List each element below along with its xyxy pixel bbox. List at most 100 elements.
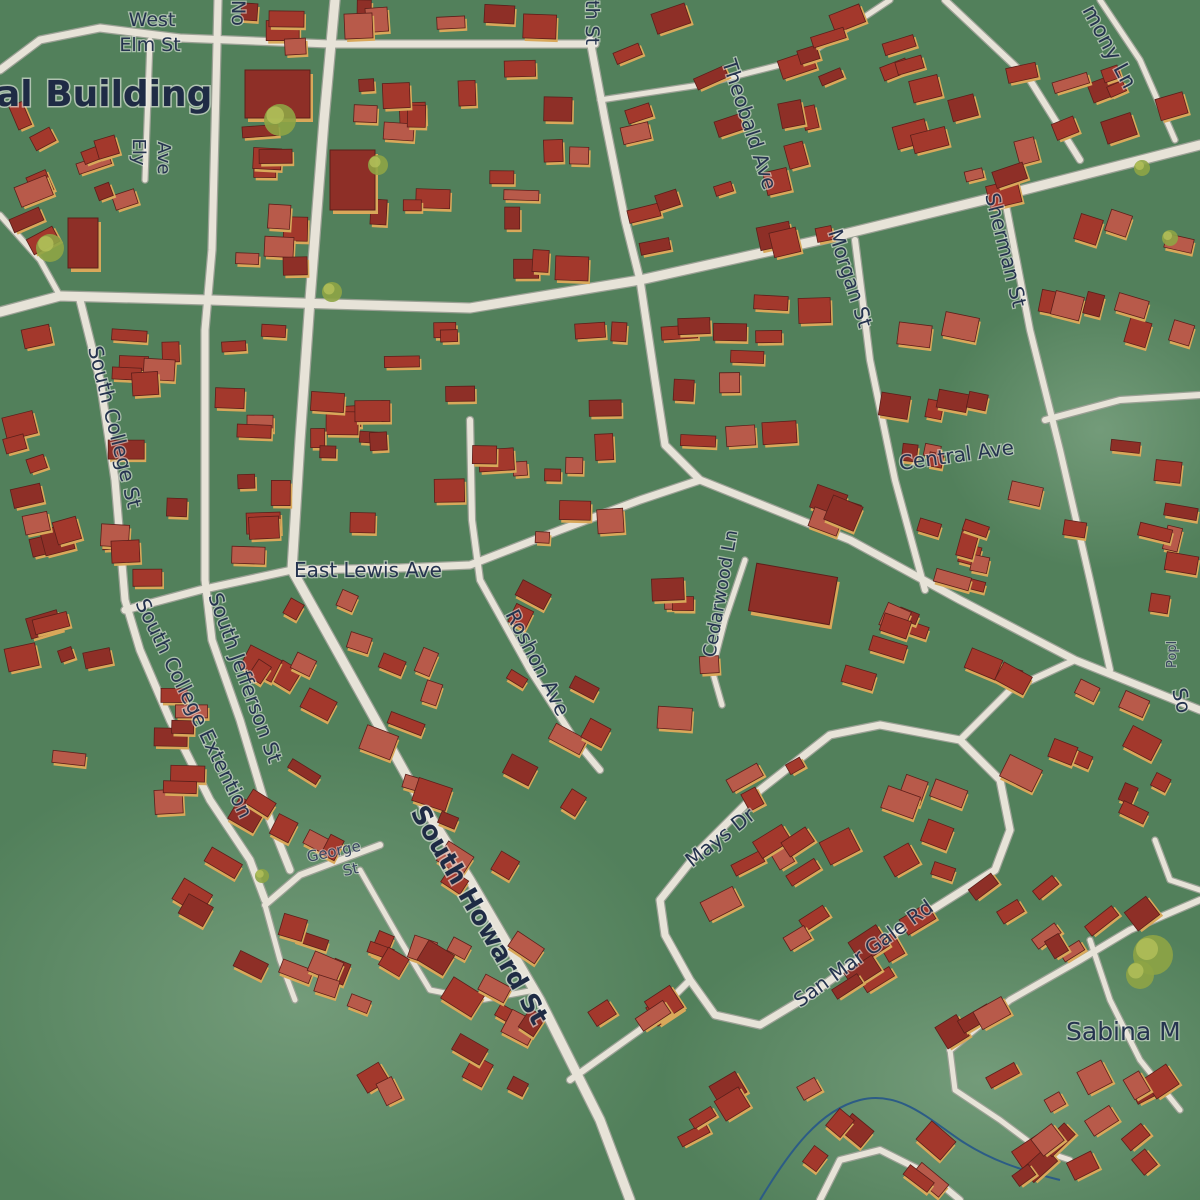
building-roof [543, 96, 573, 122]
building-roof [504, 206, 521, 230]
building-roof [656, 705, 693, 731]
building [402, 199, 424, 214]
building [656, 705, 695, 734]
building [588, 399, 624, 420]
building-roof [594, 433, 615, 461]
building [531, 249, 552, 276]
building-roof [235, 252, 260, 265]
building [381, 82, 413, 112]
tree-highlight [1128, 963, 1144, 979]
label-ely-ave[interactable]: Ave [152, 140, 176, 176]
building-roof [565, 456, 584, 475]
building-roof [558, 500, 592, 521]
building [349, 511, 378, 537]
building-roof [672, 378, 695, 402]
building-roof [730, 349, 765, 364]
label-west-elm-st[interactable]: Elm St [118, 33, 182, 58]
building-roof [270, 480, 291, 506]
label-sabina[interactable]: Sabina M [1065, 1016, 1182, 1048]
building-roof [132, 568, 163, 587]
tree-highlight [369, 156, 381, 168]
building-roof [596, 507, 625, 535]
building-roof [610, 321, 628, 343]
building [368, 431, 390, 454]
building [221, 340, 249, 355]
building [558, 500, 593, 524]
label-east-lewis-ave[interactable]: East Lewis Ave [293, 557, 443, 584]
label-municipal-building[interactable]: al Building [0, 73, 214, 117]
building [439, 329, 460, 345]
building [231, 545, 267, 568]
building-roof [231, 545, 266, 565]
building [258, 148, 295, 167]
building-roof [574, 321, 606, 340]
building-roof [588, 399, 622, 417]
building-roof [310, 428, 326, 449]
tree-highlight [1136, 938, 1158, 960]
building [1153, 459, 1184, 487]
building [433, 478, 467, 506]
building-roof [111, 328, 148, 343]
building-roof [1062, 519, 1088, 539]
building [712, 322, 749, 344]
building [436, 15, 468, 33]
building-roof [237, 473, 256, 490]
tree-highlight [266, 106, 285, 124]
building [235, 252, 261, 268]
building-roof [1148, 592, 1171, 615]
building [503, 59, 538, 81]
label-poplar[interactable]: Popl [1164, 640, 1181, 669]
building-roof [503, 59, 537, 78]
building [309, 391, 347, 416]
building-roof [268, 10, 305, 28]
building [457, 79, 479, 109]
building [268, 10, 307, 31]
building [568, 146, 591, 168]
building-roof [319, 445, 337, 459]
building-roof [503, 189, 540, 202]
building-roof [110, 539, 141, 564]
label-north-st[interactable]: No [226, 0, 251, 27]
building-roof [343, 12, 374, 40]
building-roof [436, 15, 466, 30]
building [445, 385, 477, 405]
building-roof [797, 297, 832, 324]
map-canvas[interactable]: West Elm St al Building Ely Ave No th St… [0, 0, 1200, 1200]
building [260, 323, 288, 341]
building-roof [263, 235, 295, 259]
building [282, 256, 310, 279]
building-roof [383, 355, 420, 368]
building-roof [162, 780, 197, 795]
building-roof [753, 294, 789, 312]
building-roof [309, 391, 346, 413]
building-roof [260, 323, 287, 339]
building [565, 456, 585, 477]
building-roof [433, 478, 466, 503]
building-roof [483, 3, 516, 25]
building-roof [283, 37, 307, 56]
building [777, 99, 808, 132]
building [672, 378, 697, 405]
building [1148, 592, 1172, 618]
building [896, 321, 934, 352]
building-roof [679, 434, 717, 448]
building [383, 355, 422, 371]
label-ely-ave[interactable]: Ely [127, 137, 151, 167]
building [761, 420, 800, 448]
building [755, 330, 784, 346]
building [214, 387, 247, 412]
building-roof [777, 99, 806, 130]
building [610, 321, 629, 345]
label-west-elm-st[interactable]: West [127, 8, 176, 33]
building [483, 3, 517, 28]
building [679, 434, 718, 451]
building-roof [381, 82, 411, 110]
building [877, 391, 913, 423]
building-roof [221, 340, 247, 353]
building [504, 206, 522, 233]
tree-highlight [323, 283, 335, 295]
label-south-st-top[interactable]: th St [580, 0, 605, 46]
building [236, 423, 274, 442]
tree-highlight [256, 870, 264, 878]
building [542, 139, 566, 166]
